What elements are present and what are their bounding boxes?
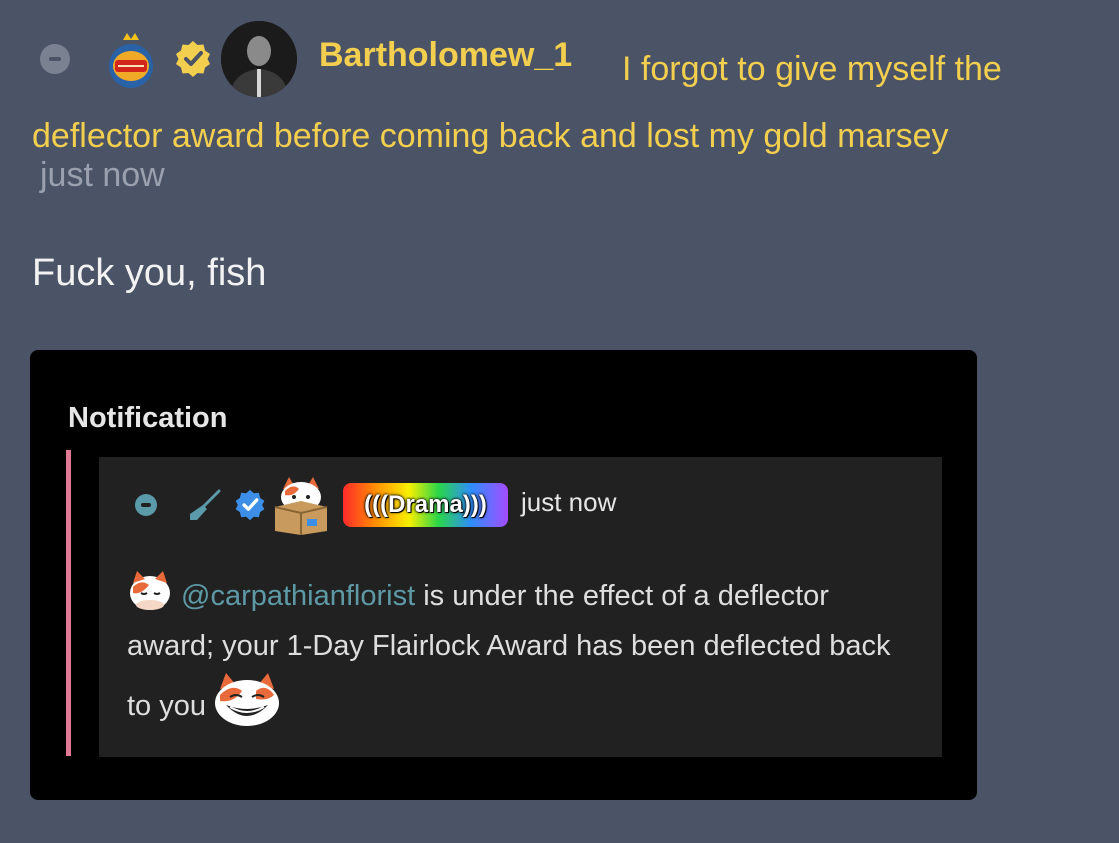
notification-heading: Notification — [68, 402, 228, 434]
user-mention-link[interactable]: @carpathianflorist — [181, 580, 415, 612]
verified-badge-icon — [235, 489, 265, 521]
quoted-comment: (((Drama))) just now @carpathianflorist … — [99, 457, 942, 757]
comment-body: Fuck you, fish — [32, 252, 267, 294]
user-flair: I forgot to give myself the deflector aw… — [32, 50, 1002, 155]
timestamp[interactable]: just now — [40, 156, 165, 195]
timestamp[interactable]: just now — [521, 487, 616, 518]
sleeping-cat-icon — [130, 571, 170, 610]
broom-icon — [190, 489, 221, 520]
cat-in-box-icon[interactable] — [271, 475, 331, 535]
author-badge[interactable]: (((Drama))) — [343, 483, 508, 527]
comment: Bartholomew_1 I forgot to give myself th… — [0, 0, 1119, 843]
quote-bar — [66, 450, 71, 756]
trollface-cat-icon — [215, 673, 279, 726]
collapse-icon[interactable] — [135, 494, 157, 516]
notification-card: Notification (((Drama))) just now @carpa… — [30, 350, 977, 800]
notification-message: @carpathianflorist is under the effect o… — [127, 567, 907, 731]
